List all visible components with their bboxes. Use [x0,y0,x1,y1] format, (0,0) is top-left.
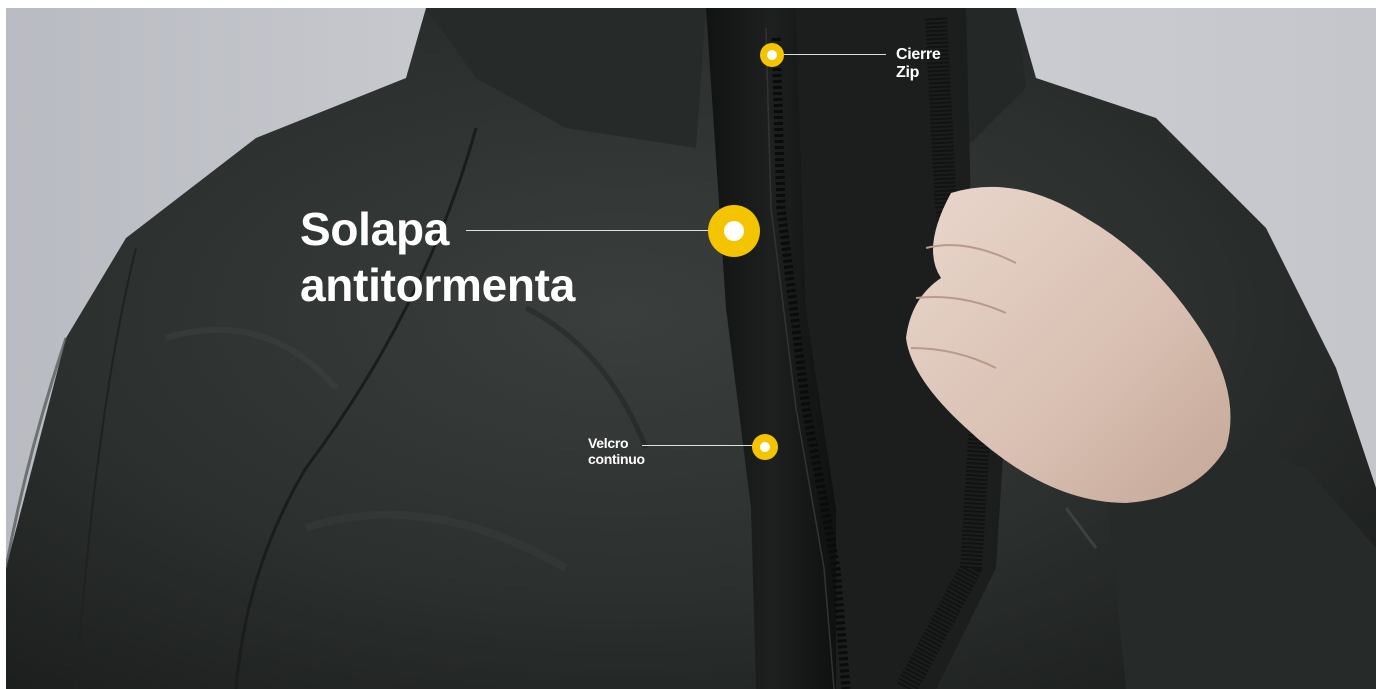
callout-line [466,230,710,231]
label-antitormenta: antitormenta [300,259,575,311]
callout-line [782,54,886,55]
label-solapa: Solapa [300,203,450,255]
label-cierre-zip: Cierre Zip [896,46,941,81]
label-continuo: continuo [588,451,645,467]
hotspot-dot-icon[interactable] [760,43,784,67]
jacket-photo-illustration [6,8,1376,689]
hotspot-dot-icon[interactable] [708,205,760,257]
label-velcro: Velcro [588,435,629,451]
product-photo: Cierre Zip Solapa antitormenta Velcro co… [6,8,1376,689]
callout-line [642,445,754,446]
hotspot-dot-icon[interactable] [752,434,778,460]
